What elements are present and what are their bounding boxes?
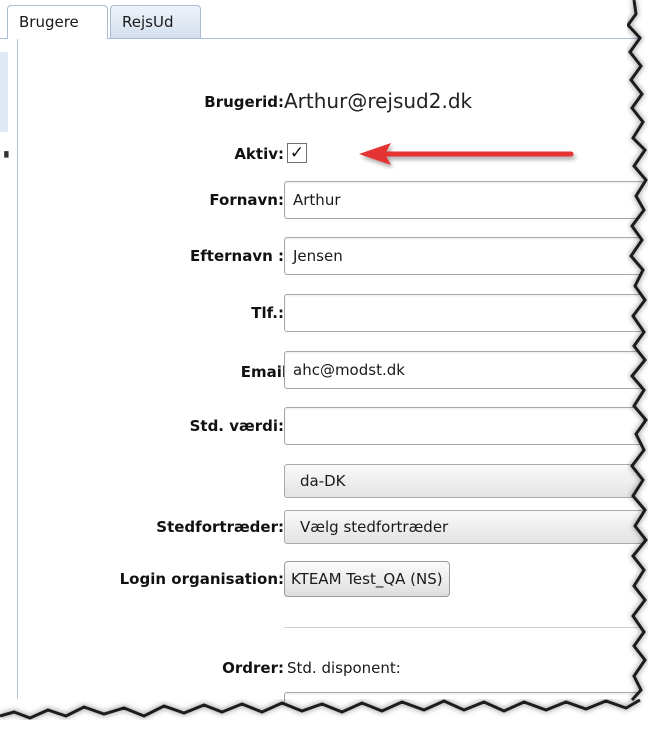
- tab-brugere[interactable]: Brugere: [7, 5, 108, 39]
- torn-edge-frame: [0, 0, 653, 731]
